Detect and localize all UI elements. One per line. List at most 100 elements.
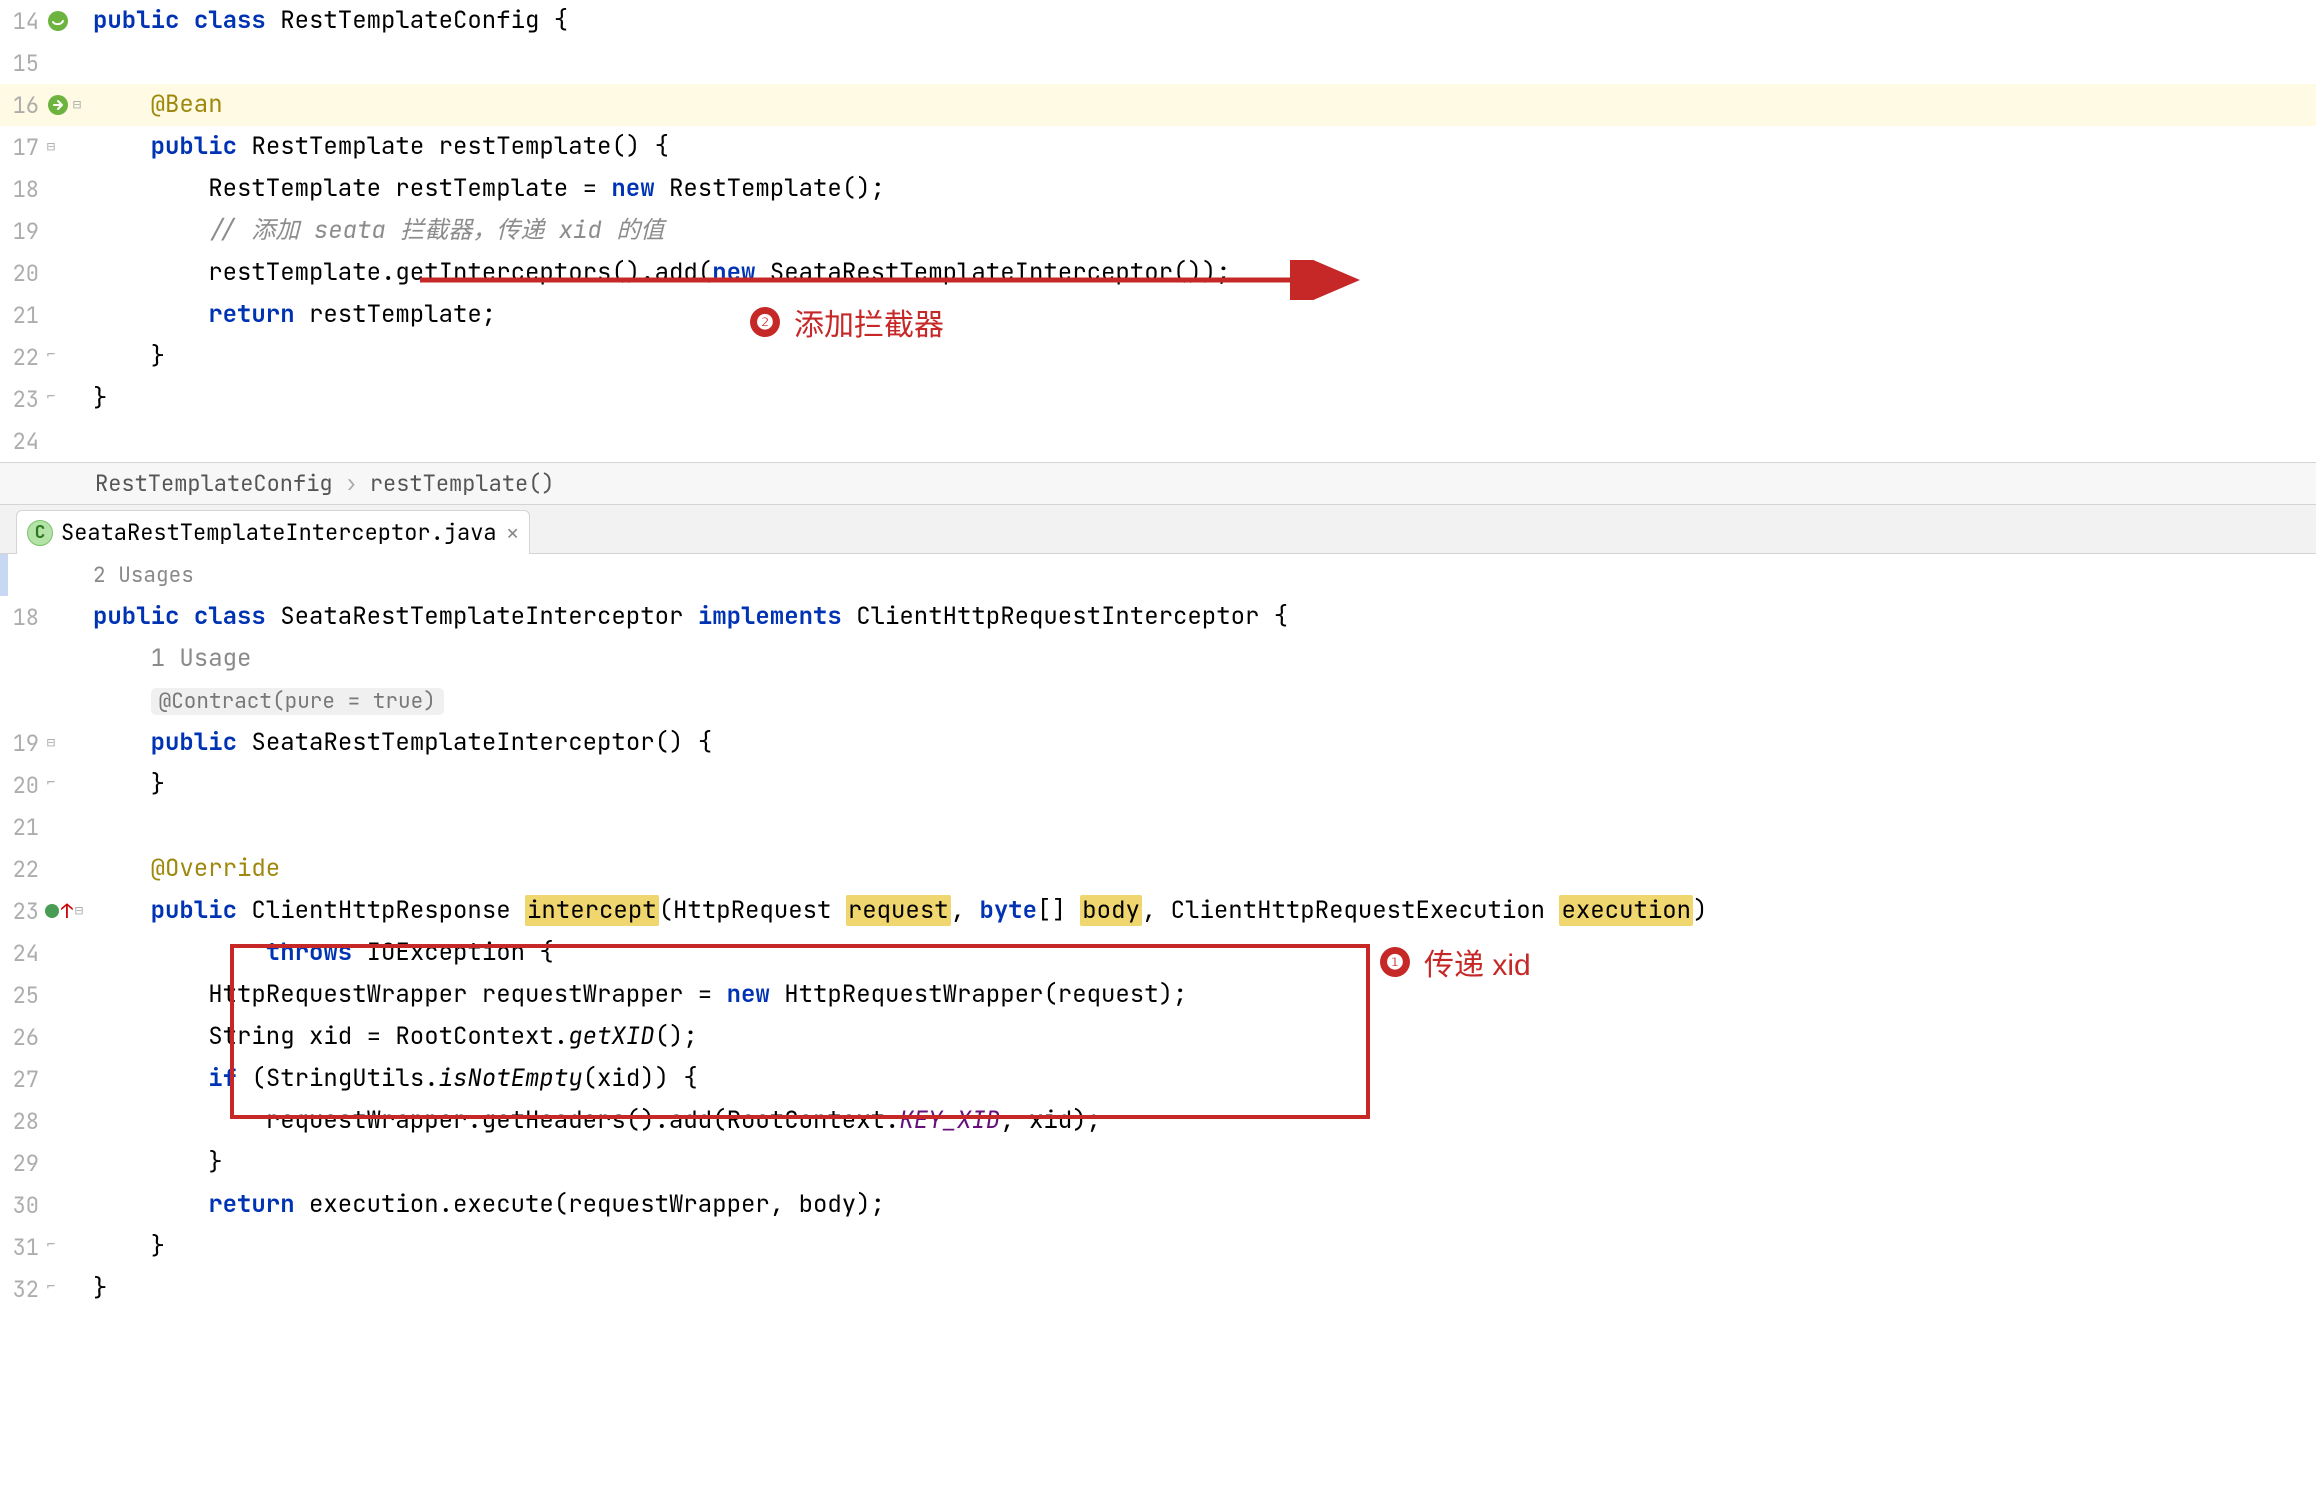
code-text[interactable]: public ClientHttpResponse intercept(Http… xyxy=(85,890,1708,932)
gutter: ⌐ xyxy=(45,393,85,405)
code-line[interactable]: 26 String xid = RootContext.getXID(); xyxy=(0,1016,2316,1058)
code-text[interactable]: requestWrapper.getHeaders().add(RootCont… xyxy=(85,1100,1101,1142)
code-line[interactable]: 21 xyxy=(0,806,2316,848)
fold-collapse-icon[interactable]: ⊟ xyxy=(71,99,83,111)
code-text[interactable]: // 添加 seata 拦截器，传递 xid 的值 xyxy=(85,210,664,252)
line-number: 20 xyxy=(0,259,45,288)
fold-end-icon[interactable]: ⌐ xyxy=(45,777,57,789)
fold-end-icon[interactable]: ⌐ xyxy=(45,391,57,403)
code-line[interactable]: 18 RestTemplate restTemplate = new RestT… xyxy=(0,168,2316,210)
fold-collapse-icon[interactable]: ⊟ xyxy=(45,737,57,749)
code-text[interactable]: RestTemplate restTemplate = new RestTemp… xyxy=(85,168,885,210)
code-line[interactable]: 29 } xyxy=(0,1142,2316,1184)
line-number: 24 xyxy=(0,939,45,968)
code-text[interactable]: } xyxy=(85,1142,223,1184)
usages-inlay-line: 2 Usages xyxy=(0,554,2316,596)
code-text[interactable]: public class RestTemplateConfig { xyxy=(85,0,568,42)
gutter: ⊟ xyxy=(45,737,85,749)
gutter: ⊟ xyxy=(45,92,85,118)
code-text[interactable]: } xyxy=(85,1268,107,1310)
code-line[interactable]: 18 public class SeataRestTemplateInterce… xyxy=(0,596,2316,638)
line-number: 19 xyxy=(0,217,45,246)
breadcrumb-separator-icon: › xyxy=(345,469,358,498)
gutter: ⌐ xyxy=(45,1241,85,1253)
code-line[interactable]: 28 requestWrapper.getHeaders().add(RootC… xyxy=(0,1100,2316,1142)
code-line[interactable]: 27 if (StringUtils.isNotEmpty(xid)) { xyxy=(0,1058,2316,1100)
usage-inlay[interactable]: 1 Usage xyxy=(151,643,252,674)
code-text[interactable]: return execution.execute(requestWrapper,… xyxy=(85,1184,885,1226)
gutter: ⌐ xyxy=(45,1283,85,1295)
line-number: 17 xyxy=(0,133,45,162)
code-text[interactable]: public RestTemplate restTemplate() { xyxy=(85,126,669,168)
code-line[interactable]: 25 HttpRequestWrapper requestWrapper = n… xyxy=(0,974,2316,1016)
code-line[interactable]: 19 // 添加 seata 拦截器，传递 xid 的值 xyxy=(0,210,2316,252)
code-text[interactable]: @Override xyxy=(85,848,280,890)
tab-bar: C SeataRestTemplateInterceptor.java ✕ xyxy=(0,504,2316,554)
code-text[interactable]: @Bean xyxy=(85,84,223,126)
code-line[interactable]: 23 ⌐ } xyxy=(0,378,2316,420)
code-line[interactable]: 17 ⊟ public RestTemplate restTemplate() … xyxy=(0,126,2316,168)
spring-bean-nav-icon[interactable] xyxy=(45,92,71,118)
line-number: 15 xyxy=(0,49,45,78)
fold-collapse-icon[interactable]: ⊟ xyxy=(73,905,85,917)
code-line[interactable]: 22 @Override xyxy=(0,848,2316,890)
code-text[interactable]: } xyxy=(85,336,165,378)
contract-inlay[interactable]: @Contract(pure = true) xyxy=(151,688,444,715)
code-text[interactable]: String xid = RootContext.getXID(); xyxy=(85,1016,698,1058)
code-line[interactable]: 21 return restTemplate; xyxy=(0,294,2316,336)
line-number: 23 xyxy=(0,897,45,926)
code-line[interactable]: 19 ⊟ public SeataRestTemplateInterceptor… xyxy=(0,722,2316,764)
usages-inlay[interactable]: 2 Usages xyxy=(93,562,194,589)
line-number: 31 xyxy=(0,1233,45,1262)
code-line[interactable]: 20 ⌐ } xyxy=(0,764,2316,806)
code-line[interactable]: 24 xyxy=(0,420,2316,462)
code-text[interactable]: return restTemplate; xyxy=(85,294,496,336)
code-line[interactable]: 19 32 ⌐ } xyxy=(0,1268,2316,1310)
code-text[interactable]: public class SeataRestTemplateIntercepto… xyxy=(85,596,1288,638)
code-text[interactable]: } xyxy=(85,764,165,806)
breadcrumb: RestTemplateConfig › restTemplate() xyxy=(0,462,2316,504)
editor-pane-bottom: 2 Usages 18 public class SeataRestTempla… xyxy=(0,554,2316,1310)
code-line[interactable]: 30 return execution.execute(requestWrapp… xyxy=(0,1184,2316,1226)
code-line[interactable]: 20 restTemplate.getInterceptors().add(ne… xyxy=(0,252,2316,294)
fold-end-icon[interactable]: ⌐ xyxy=(45,1281,57,1293)
editor-pane-top: 14 public class RestTemplateConfig { 15 … xyxy=(0,0,2316,462)
fold-end-icon[interactable]: ⌐ xyxy=(45,349,57,361)
line-number: 19 xyxy=(0,729,45,758)
gutter: ⊟ xyxy=(45,141,85,153)
code-line[interactable]: 16 ⊟ @Bean xyxy=(0,84,2316,126)
gutter: ⌐ xyxy=(45,779,85,791)
fold-collapse-icon[interactable]: ⊟ xyxy=(45,141,57,153)
code-text[interactable]: throws IOException { xyxy=(85,932,554,974)
line-number: 18 xyxy=(0,175,45,204)
close-icon[interactable]: ✕ xyxy=(507,520,519,546)
tab-label: SeataRestTemplateInterceptor.java xyxy=(61,518,497,547)
fold-end-icon[interactable]: ⌐ xyxy=(45,1239,57,1251)
breadcrumb-class[interactable]: RestTemplateConfig xyxy=(95,469,333,498)
gutter: ⌐ xyxy=(45,351,85,363)
code-line[interactable]: 24 throws IOException { xyxy=(0,932,2316,974)
line-number: 22 xyxy=(0,855,45,884)
line-number: 24 xyxy=(0,427,45,456)
code-line[interactable]: 31 ⌐ } xyxy=(0,1226,2316,1268)
line-number: 14 xyxy=(0,7,45,36)
code-text[interactable]: HttpRequestWrapper requestWrapper = new … xyxy=(85,974,1187,1016)
breadcrumb-method[interactable]: restTemplate() xyxy=(370,469,555,498)
line-number: 22 xyxy=(0,343,45,372)
line-number: 16 xyxy=(0,91,45,120)
override-up-icon[interactable]: ↑ xyxy=(45,898,73,924)
code-text[interactable]: public SeataRestTemplateInterceptor() { xyxy=(85,722,712,764)
code-text[interactable]: } xyxy=(85,378,107,420)
code-line[interactable]: 14 public class RestTemplateConfig { xyxy=(0,0,2316,42)
spring-bean-icon[interactable] xyxy=(45,8,71,34)
line-number: 21 xyxy=(0,813,45,842)
tab-seata-interceptor[interactable]: C SeataRestTemplateInterceptor.java ✕ xyxy=(16,510,530,554)
code-text[interactable]: if (StringUtils.isNotEmpty(xid)) { xyxy=(85,1058,698,1100)
code-text[interactable]: restTemplate.getInterceptors().add(new S… xyxy=(85,252,1231,294)
line-number: 21 xyxy=(0,301,45,330)
code-line[interactable]: 15 xyxy=(0,42,2316,84)
line-number: 18 xyxy=(0,603,45,632)
code-line[interactable]: 23 ↑⊟ public ClientHttpResponse intercep… xyxy=(0,890,2316,932)
code-text[interactable]: } xyxy=(85,1226,165,1268)
code-line[interactable]: 22 ⌐ } xyxy=(0,336,2316,378)
